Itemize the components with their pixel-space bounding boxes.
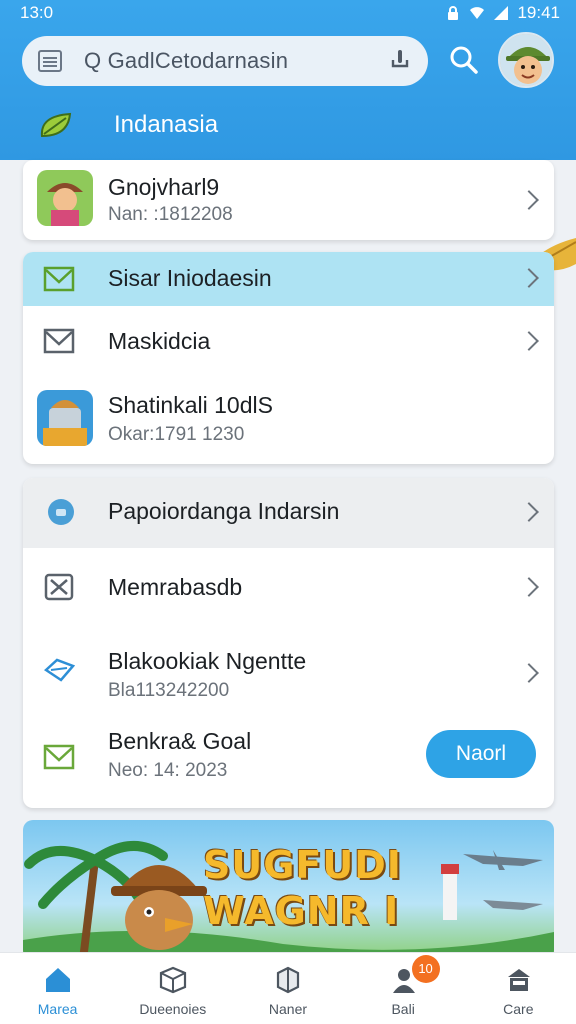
- nav-label: Dueenoies: [139, 1001, 207, 1017]
- game-thumbnail: [37, 390, 93, 446]
- chevron-right-icon: [519, 190, 539, 210]
- row-subtitle: Okar:1791 1230: [108, 424, 245, 445]
- list-item[interactable]: Gnojvharl9 Nan: :1812208: [23, 160, 554, 240]
- nav-item-cube[interactable]: Naner: [230, 953, 345, 1024]
- list-item[interactable]: Memrabasdb: [23, 548, 554, 628]
- search-input[interactable]: Q GadlCetodarnasin: [84, 36, 288, 86]
- game-icon: [37, 390, 93, 446]
- status-icons: 19:41: [445, 3, 560, 23]
- list-item-highlighted[interactable]: Sisar Iniodaesin: [23, 252, 554, 306]
- mail-check-icon: [43, 266, 75, 292]
- app-header: 13:0 19:41 Q GadlCetodarnasin Indanasia: [0, 0, 576, 160]
- banner-title-line2: WAGNR I: [203, 889, 400, 933]
- region-label: Indanasia: [114, 111, 219, 138]
- tag-icon: [43, 658, 75, 682]
- nav-item-store[interactable]: Care: [461, 953, 576, 1024]
- nav-item-home[interactable]: Marea: [0, 953, 115, 1024]
- nav-label: Bali: [391, 1001, 415, 1017]
- row-subtitle: Bla113242200: [108, 680, 230, 701]
- microphone-icon[interactable]: [390, 49, 410, 73]
- mail-icon: [43, 328, 75, 354]
- row-title: Gnojvharl9: [108, 174, 220, 200]
- wifi-icon: [470, 7, 485, 19]
- row-title: Blakookiak Ngentte: [108, 648, 307, 674]
- banner-title: SUGFUDI WAGNR I: [203, 842, 402, 934]
- row-subtitle: Neo: 14: 2023: [108, 760, 228, 781]
- nav-item-box[interactable]: Dueenoies: [115, 953, 230, 1024]
- row-title: Maskidcia: [108, 328, 211, 354]
- close-box-icon: [44, 573, 74, 601]
- banner-title-line1: SUGFUDI: [203, 843, 402, 887]
- user-avatar[interactable]: [498, 32, 554, 88]
- character-icon: [37, 170, 93, 226]
- profile-card[interactable]: Gnojvharl9 Nan: :1812208: [23, 160, 554, 240]
- search-bar[interactable]: Q GadlCetodarnasin: [22, 36, 428, 86]
- signal-icon: [494, 6, 509, 20]
- menu-icon[interactable]: [38, 50, 62, 72]
- avatar-face-icon: [500, 34, 552, 86]
- row-title: Memrabasdb: [108, 574, 243, 600]
- new-button[interactable]: Naorl: [426, 730, 536, 778]
- status-time-left: 13:0: [20, 3, 54, 22]
- promo-banner[interactable]: SUGFUDI WAGNR I: [23, 820, 554, 960]
- nav-item-person[interactable]: 10 Bali: [346, 953, 461, 1024]
- search-icon[interactable]: [448, 44, 480, 76]
- nav-label: Naner: [268, 1001, 308, 1017]
- nav-label: Care: [503, 1001, 534, 1017]
- store-icon: [507, 969, 530, 991]
- list-item[interactable]: Shatinkali 10dlS Okar:1791 1230: [23, 376, 554, 464]
- lock-icon: [448, 6, 459, 20]
- list-item[interactable]: Benkra& Goal Neo: 14: 2023 Naorl: [23, 718, 554, 808]
- box-icon: [160, 966, 187, 994]
- region-card: Sisar Iniodaesin Maskidcia Shatinkali 10…: [23, 252, 554, 464]
- chevron-right-icon: [519, 502, 539, 522]
- list-item[interactable]: Maskidcia: [23, 306, 554, 376]
- nav-label: Marea: [37, 1001, 78, 1017]
- list-item[interactable]: Blakookiak Ngentte Bla113242200: [23, 628, 554, 718]
- settings-card: Papoiordanga Indarsin Memrabasdb Blakook…: [23, 478, 554, 808]
- home-icon: [46, 968, 70, 992]
- chevron-right-icon: [519, 331, 539, 351]
- chevron-right-icon: [519, 663, 539, 683]
- bottom-navigation: Marea Dueenoies Naner 10 Bali Care: [0, 952, 576, 1024]
- status-time: 19:41: [517, 3, 560, 22]
- info-icon: [48, 499, 74, 525]
- region-selector[interactable]: Indanasia: [38, 106, 218, 144]
- notification-badge: 10: [411, 955, 440, 983]
- row-subtitle: Nan: :1812208: [108, 204, 233, 225]
- row-title: Shatinkali 10dlS: [108, 392, 273, 418]
- cube-icon: [277, 966, 300, 994]
- row-title: Benkra& Goal: [108, 728, 252, 754]
- character-thumbnail: [37, 170, 93, 226]
- chevron-right-icon: [519, 268, 539, 288]
- status-bar: 13:0 19:41: [0, 0, 576, 26]
- list-item-header[interactable]: Papoiordanga Indarsin: [23, 478, 554, 548]
- leaf-icon: [40, 112, 72, 138]
- row-title: Sisar Iniodaesin: [108, 265, 272, 291]
- chevron-right-icon: [519, 577, 539, 597]
- row-title: Papoiordanga Indarsin: [108, 498, 340, 524]
- mail-check-icon: [43, 744, 75, 770]
